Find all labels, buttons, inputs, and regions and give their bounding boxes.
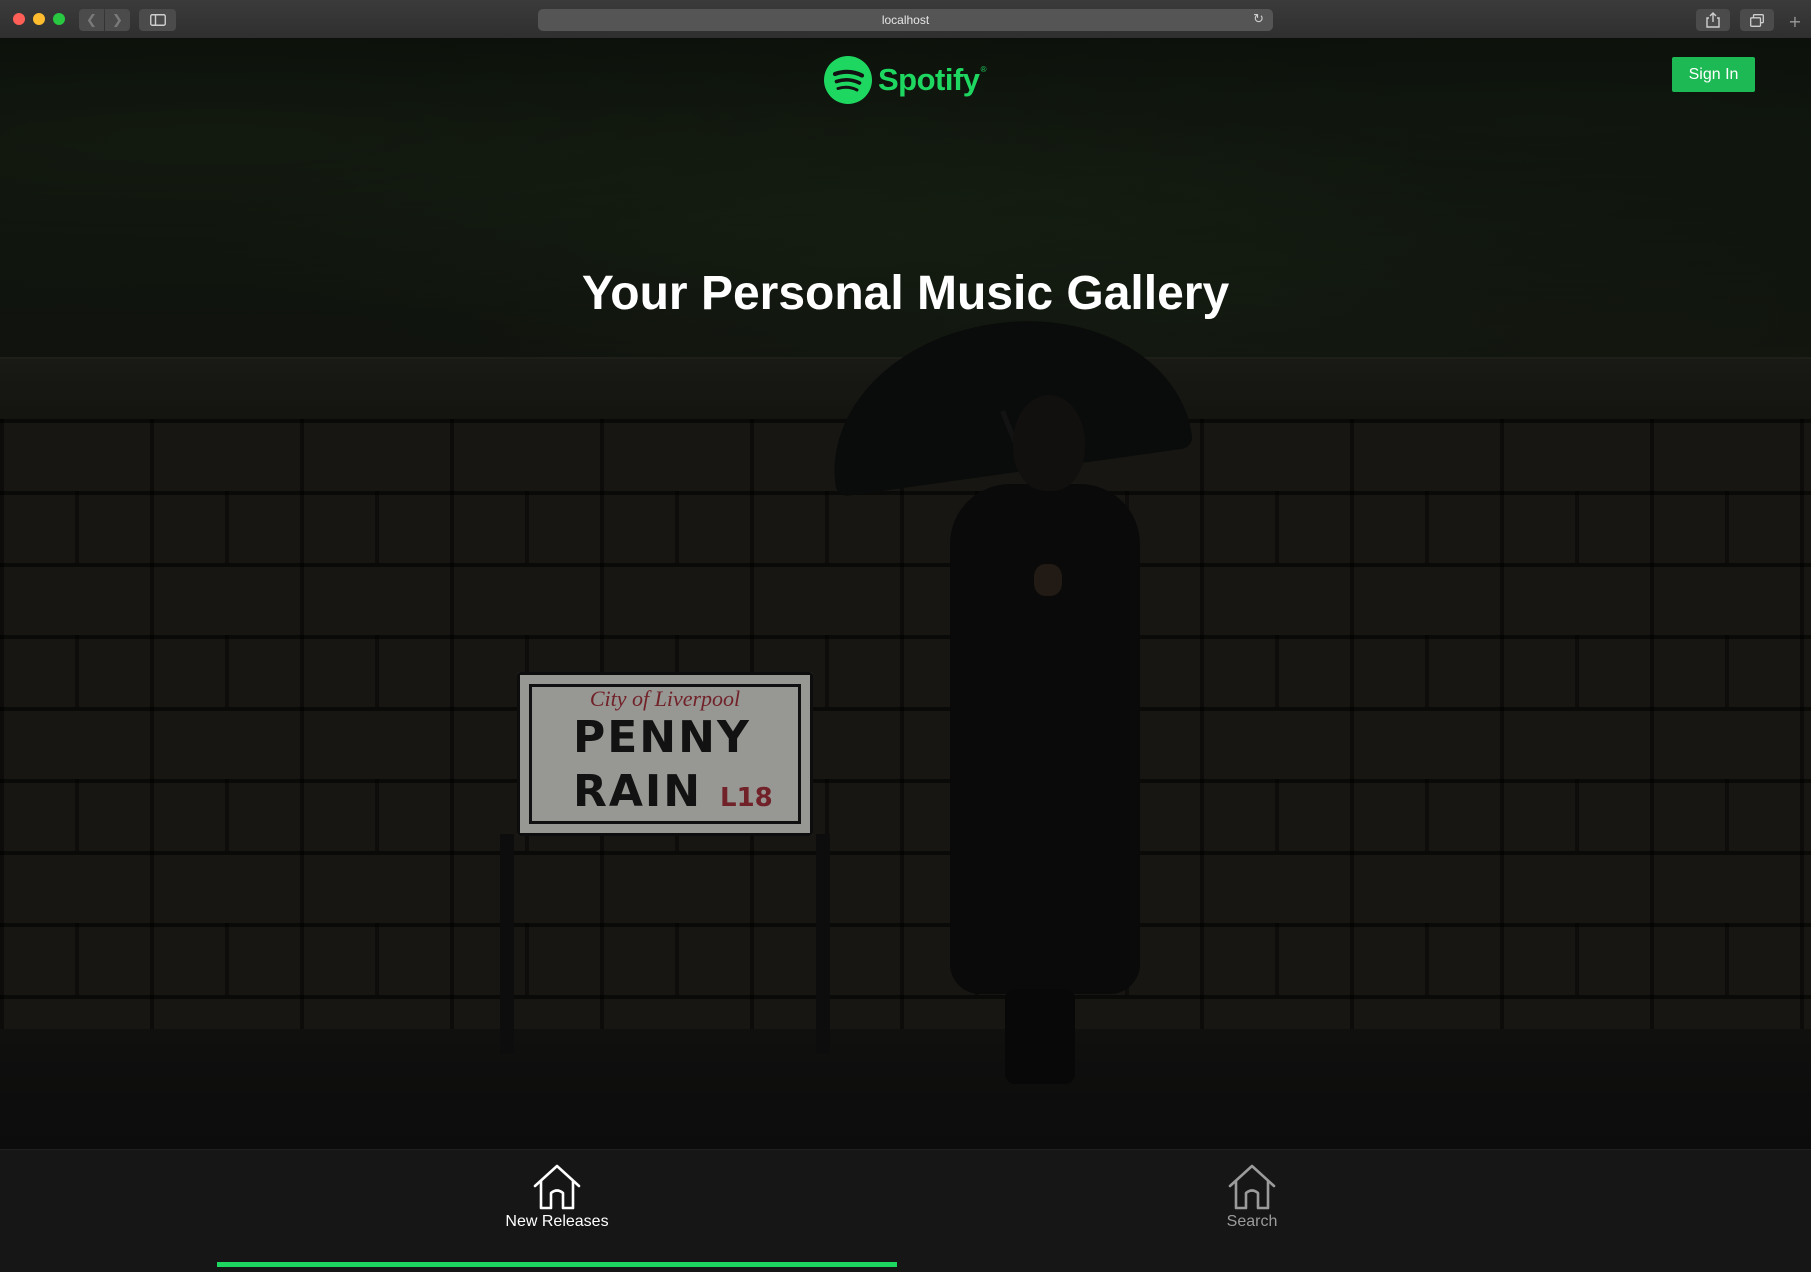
close-window-button[interactable] xyxy=(13,13,25,25)
hero-title: Your Personal Music Gallery xyxy=(581,267,1230,320)
new-tab-icon[interactable]: + xyxy=(1784,12,1806,32)
address-bar[interactable]: localhost ↻ xyxy=(538,9,1273,31)
tab-new-releases-label: New Releases xyxy=(505,1213,609,1230)
home-icon xyxy=(1228,1164,1276,1210)
sidebar-toggle-button[interactable] xyxy=(139,9,176,31)
hero-background-photo: City of Liverpool PENNY RAIN L18 xyxy=(0,39,1811,1149)
browser-window: ❮ ❯ localhost ↻ + City of Liverpool PENN… xyxy=(0,0,1811,1272)
share-icon xyxy=(1706,12,1720,28)
tab-new-releases[interactable]: New Releases xyxy=(217,1150,897,1272)
zoom-window-button[interactable] xyxy=(53,13,65,25)
back-button[interactable]: ❮ xyxy=(79,9,104,31)
minimize-window-button[interactable] xyxy=(33,13,45,25)
forward-arrow-icon: ❯ xyxy=(112,12,123,28)
hero-dark-overlay xyxy=(0,39,1811,1149)
tab-overview-button[interactable] xyxy=(1740,9,1774,31)
back-arrow-icon: ❮ xyxy=(86,12,97,28)
spotify-icon xyxy=(824,56,872,104)
sidebar-icon xyxy=(149,14,166,26)
forward-button[interactable]: ❯ xyxy=(105,9,130,31)
sign-in-button[interactable]: Sign In xyxy=(1672,57,1755,92)
tab-search[interactable]: Search xyxy=(912,1150,1592,1272)
bottom-navigation: New Releases Search xyxy=(0,1149,1811,1272)
active-tab-indicator xyxy=(217,1262,897,1267)
tab-search-label: Search xyxy=(1226,1213,1278,1230)
address-text: localhost xyxy=(881,13,930,27)
registered-mark: ® xyxy=(980,65,987,74)
reload-icon[interactable]: ↻ xyxy=(1253,9,1264,31)
browser-titlebar: ❮ ❯ localhost ↻ + xyxy=(0,0,1811,39)
spotify-logo[interactable]: Spotify® xyxy=(824,55,989,105)
tabs-icon xyxy=(1750,13,1764,27)
share-button[interactable] xyxy=(1696,9,1730,31)
home-icon xyxy=(533,1164,581,1210)
brand-name: Spotify® xyxy=(878,62,987,97)
